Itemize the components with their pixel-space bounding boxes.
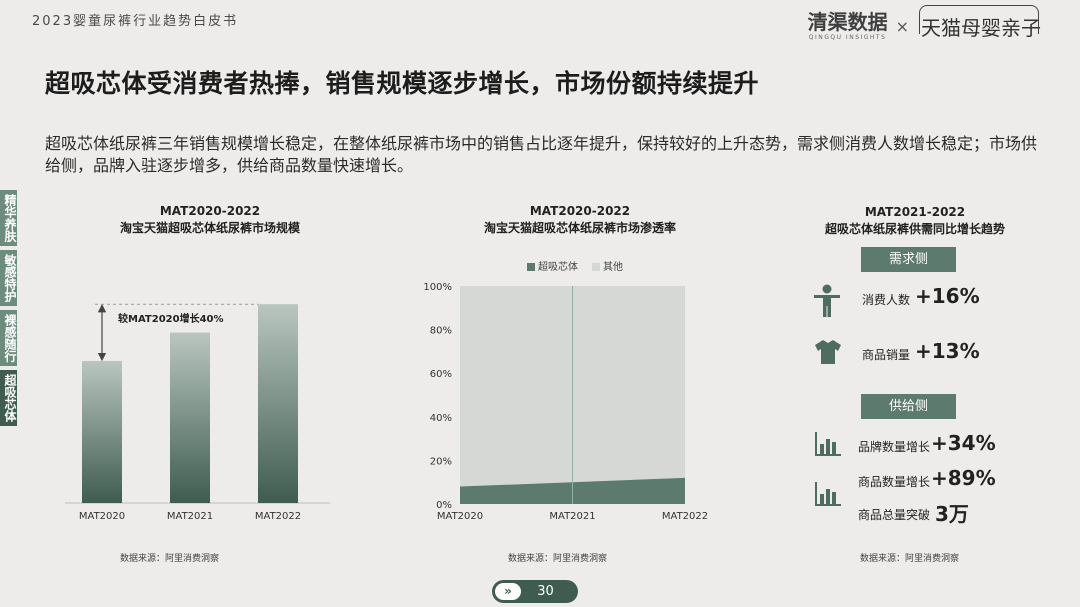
- bar-chart-icon: [814, 481, 842, 511]
- demand-side-tag: 需求侧: [861, 247, 956, 272]
- growth-trend-period: MAT2021-2022: [864, 205, 966, 219]
- bar-chart-header: MAT2020-2022 淘宝天猫超吸芯体纸尿裤市场规模: [70, 203, 350, 237]
- area-chart-period: MAT2020-2022: [529, 204, 631, 218]
- area-y-tick-label: 40%: [430, 413, 452, 424]
- growth-trend-header: MAT2021-2022 超吸芯体纸尿裤供需同比增长趋势: [800, 204, 1030, 238]
- qingqu-logo: 清渠数据 QINGQU INSIGHTS: [807, 10, 888, 41]
- legend-item-superabsorb: 超吸芯体: [527, 258, 578, 273]
- sales-label: 商品销量: [862, 348, 911, 362]
- side-nav-item-skincare[interactable]: 精华养肤: [0, 190, 17, 246]
- bar-chart-source: 数据来源：阿里消费洞察: [120, 554, 220, 564]
- area-y-tick-label: 20%: [430, 456, 452, 467]
- page-indicator: » 30: [492, 580, 578, 603]
- sales-value: +13%: [915, 339, 980, 363]
- legend-item-other: 其他: [592, 258, 623, 273]
- bar-tick-label: MAT2020: [79, 511, 125, 522]
- growth-trend-source: 数据来源：阿里消费洞察: [860, 554, 960, 564]
- products-label: 商品数量增长: [858, 475, 931, 489]
- area-chart-header: MAT2020-2022 淘宝天猫超吸芯体纸尿裤市场渗透率: [440, 203, 720, 237]
- side-nav-item-sensitive[interactable]: 敏感特护: [0, 250, 17, 306]
- area-y-tick-label: 80%: [430, 326, 452, 337]
- area-x-tick-label: MAT2020: [437, 511, 483, 522]
- supply-side-tag: 供给侧: [861, 394, 956, 419]
- area-x-tick-label: MAT2021: [549, 511, 595, 522]
- growth-trend-title: 超吸芯体纸尿裤供需同比增长趋势: [824, 222, 1005, 236]
- total-products-label: 商品总量突破: [858, 508, 931, 522]
- next-page-button[interactable]: »: [495, 583, 521, 600]
- tmall-baby-logo: 天猫母婴亲子: [917, 5, 1045, 41]
- bar-chart-icon: [814, 431, 842, 461]
- products-value: +89%: [931, 466, 996, 490]
- tshirt-icon: [814, 339, 842, 369]
- brands-label: 品牌数量增长: [858, 440, 931, 454]
- consumers-label: 消费人数: [862, 293, 911, 307]
- bar-chart: 较MAT2020增长40% MAT2020 MAT2021 MAT2022: [65, 303, 330, 522]
- area-y-tick-label: 0%: [436, 500, 452, 511]
- area-chart-title: 淘宝天猫超吸芯体纸尿裤市场渗透率: [483, 221, 676, 235]
- page-number: 30: [537, 584, 554, 599]
- bar-mat2022: [258, 304, 298, 503]
- brand-logos: 清渠数据 QINGQU INSIGHTS × 天猫母婴亲子: [807, 5, 1045, 41]
- page-headline: 超吸芯体受消费者热捧，销售规模逐步增长，市场份额持续提升: [45, 69, 760, 98]
- bar-mat2021: [170, 332, 210, 503]
- total-products-value: 3万: [935, 502, 969, 526]
- growth-annotation: 较MAT2020增长40%: [118, 312, 224, 325]
- brands-value: +34%: [931, 431, 996, 455]
- bar-tick-label: MAT2021: [167, 511, 213, 522]
- area-y-tick-label: 60%: [430, 369, 452, 380]
- bar-chart-period: MAT2020-2022: [159, 204, 261, 218]
- report-title: 2023婴童尿裤行业趋势白皮书: [32, 14, 239, 29]
- side-nav-item-barefeel[interactable]: 裸感随行: [0, 310, 17, 366]
- area-y-tick-label: 100%: [423, 282, 452, 293]
- person-icon: [812, 284, 842, 322]
- area-chart-legend: 超吸芯体 其他: [527, 258, 623, 273]
- area-chart-source: 数据来源：阿里消费洞察: [508, 554, 608, 564]
- area-x-tick-label: MAT2022: [662, 511, 708, 522]
- consumers-value: +16%: [915, 284, 980, 308]
- brand-separator: ×: [895, 17, 909, 36]
- side-nav-item-superabsorb[interactable]: 超吸芯体: [0, 370, 17, 426]
- bar-tick-label: MAT2022: [255, 511, 301, 522]
- side-nav: 精华养肤 敏感特护 裸感随行 超吸芯体: [0, 190, 17, 500]
- bar-mat2020: [82, 361, 122, 503]
- intro-paragraph: 超吸芯体纸尿裤三年销售规模增长稳定，在整体纸尿裤市场中的销售占比逐年提升，保持较…: [45, 134, 1038, 175]
- area-chart: 0% 20% 40% 60% 80% 100% MAT2020 MAT2021 MAT2022: [423, 282, 708, 522]
- bar-chart-title: 淘宝天猫超吸芯体纸尿裤市场规模: [119, 221, 300, 235]
